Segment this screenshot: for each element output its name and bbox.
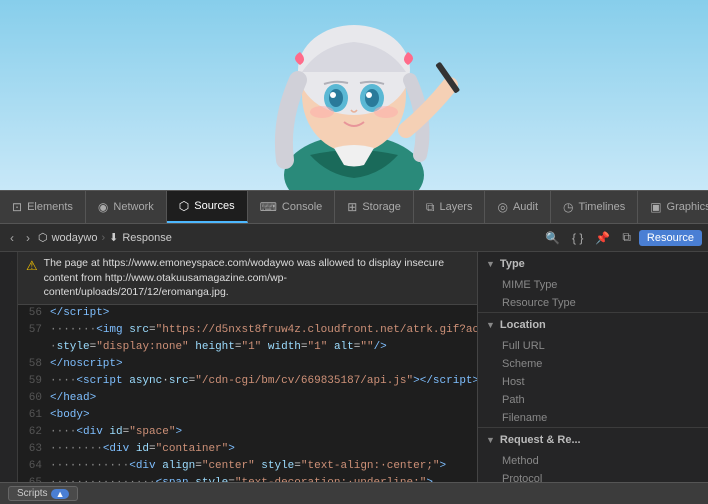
forward-button[interactable]: › (22, 229, 34, 247)
breadcrumb-separator: › (101, 232, 105, 244)
code-line-57b: ·style="display:none" height="1" width="… (18, 339, 477, 356)
right-panel: ▼ Type MIME Type Resource Type ▼ Locatio… (478, 252, 708, 482)
left-sidebar-strip (0, 252, 18, 482)
location-section-header[interactable]: ▼ Location (478, 313, 708, 337)
request-section-header[interactable]: ▼ Request & Re... (478, 428, 708, 452)
audit-icon: ◎ (497, 200, 507, 214)
filename-row: Filename (478, 409, 708, 427)
location-section: ▼ Location Full URL Scheme Host Path Fil… (478, 313, 708, 428)
pin-button[interactable]: 📌 (591, 229, 614, 247)
response-download-icon: ⬇ (109, 231, 118, 244)
scripts-label: Scripts (17, 488, 48, 499)
tab-console[interactable]: ⌨ Console (248, 191, 336, 223)
request-chevron: ▼ (486, 435, 495, 445)
sources-icon: ⬡ (179, 199, 189, 213)
full-url-row: Full URL (478, 337, 708, 355)
toolbar-actions: 🔍 { } 📌 ⧉ Resource (541, 228, 702, 247)
location-chevron: ▼ (486, 320, 495, 330)
resource-button[interactable]: Resource (639, 230, 702, 246)
warning-icon: ⚠ (26, 257, 38, 275)
tab-storage[interactable]: ⊞ Storage (335, 191, 414, 223)
bottom-bar: Scripts ▲ (0, 482, 708, 504)
search-icon: 🔍 (545, 231, 560, 245)
request-section: ▼ Request & Re... Method Protocol (478, 428, 708, 482)
format-button[interactable]: { } (568, 229, 587, 247)
warning-bar: ⚠ The page at https://www.emoneyspace.co… (18, 252, 477, 305)
storage-icon: ⊞ (347, 200, 357, 214)
tab-elements[interactable]: ⊡ Elements (0, 191, 86, 223)
type-chevron: ▼ (486, 259, 495, 269)
code-line-64: 64 ············<div align="center" style… (18, 458, 477, 475)
tab-sources[interactable]: ⬡ Sources (167, 191, 248, 223)
code-line-63: 63 ········<div id="container"> (18, 441, 477, 458)
breadcrumb: ⬡ wodaywo › ⬇ Response (38, 231, 537, 244)
code-line-58: 58 </noscript> (18, 356, 477, 373)
main-area: ⚠ The page at https://www.emoneyspace.co… (0, 252, 708, 482)
code-viewer[interactable]: 56 </script> 57 ·······<img src="https:/… (18, 305, 477, 482)
mime-type-row: MIME Type (478, 276, 708, 294)
graphics-icon: ▣ (650, 200, 661, 214)
warning-text: The page at https://www.emoneyspace.com/… (44, 256, 469, 300)
timelines-icon: ◷ (563, 200, 573, 214)
copy-button[interactable]: ⧉ (618, 228, 635, 247)
back-button[interactable]: ‹ (6, 229, 18, 247)
sources-toolbar: ‹ › ⬡ wodaywo › ⬇ Response 🔍 { } 📌 ⧉ Res… (0, 224, 708, 252)
console-icon: ⌨ (260, 200, 277, 214)
method-row: Method (478, 452, 708, 470)
scripts-button[interactable]: Scripts ▲ (8, 486, 78, 501)
code-panel: ⚠ The page at https://www.emoneyspace.co… (18, 252, 478, 482)
resource-type-row: Resource Type (478, 294, 708, 312)
code-line-65: 65 ················<span style="text-dec… (18, 475, 477, 482)
tab-layers[interactable]: ⧉ Layers (414, 191, 486, 223)
search-button[interactable]: 🔍 (541, 229, 564, 247)
scheme-row: Scheme (478, 355, 708, 373)
type-section-header[interactable]: ▼ Type (478, 252, 708, 276)
scripts-badge: ▲ (51, 489, 70, 499)
breadcrumb-icon: ⬡ (38, 231, 48, 244)
host-row: Host (478, 373, 708, 391)
code-line-60: 60 </head> (18, 390, 477, 407)
elements-icon: ⊡ (12, 200, 22, 214)
tab-network[interactable]: ◉ Network (86, 191, 167, 223)
path-row: Path (478, 391, 708, 409)
protocol-row: Protocol (478, 470, 708, 482)
code-line-61: 61 <body> (18, 407, 477, 424)
layers-icon: ⧉ (426, 200, 435, 215)
preview-image (0, 0, 708, 190)
back-icon: ‹ (10, 231, 14, 245)
type-section: ▼ Type MIME Type Resource Type (478, 252, 708, 313)
code-line-57: 57 ·······<img src="https://d5nxst8fruw4… (18, 322, 477, 339)
tab-timelines[interactable]: ◷ Timelines (551, 191, 638, 223)
tab-graphics[interactable]: ▣ Graphics (638, 191, 708, 223)
code-line-56: 56 </script> (18, 305, 477, 322)
code-line-62: 62 ····<div id="space"> (18, 424, 477, 441)
devtools-tabbar: ⊡ Elements ◉ Network ⬡ Sources ⌨ Console… (0, 190, 708, 224)
tab-audit[interactable]: ◎ Audit (485, 191, 551, 223)
forward-icon: › (26, 231, 30, 245)
code-line-59: 59 ····<script async·src="/cdn-cgi/bm/cv… (18, 373, 477, 390)
network-icon: ◉ (98, 200, 108, 214)
